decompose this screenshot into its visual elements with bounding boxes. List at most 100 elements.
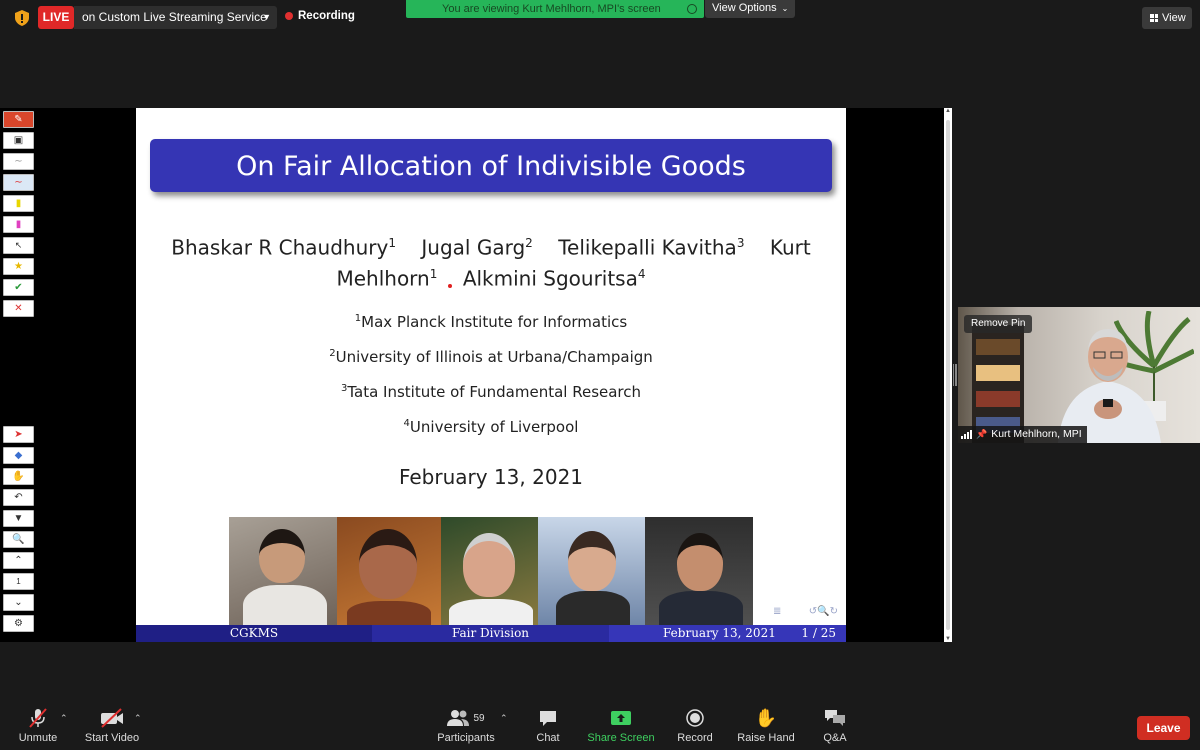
pen-thin-icon[interactable]: ∼ xyxy=(3,153,34,170)
viewing-banner-text: You are viewing Kurt Mehlhorn, MPI's scr… xyxy=(442,3,661,15)
affiliation-text: Tata Institute of Fundamental Research xyxy=(347,383,642,401)
author-photo xyxy=(337,517,441,625)
pen-tool-icon[interactable]: ✎ xyxy=(3,111,34,128)
unmute-button[interactable]: Unmute xyxy=(14,705,62,750)
footer-date: February 13, 2021 xyxy=(663,626,776,640)
record-label: Record xyxy=(677,732,713,744)
yellow-highlighter-icon[interactable]: ▮ xyxy=(3,195,34,212)
view-button[interactable]: View xyxy=(1142,7,1192,29)
zoom-icon[interactable]: 🔍 xyxy=(3,531,34,548)
audio-options-chevron-icon[interactable]: ⌃ xyxy=(60,713,68,724)
qa-button[interactable]: Q&A xyxy=(818,705,852,750)
affiliation-3: 3Tata Institute of Fundamental Research xyxy=(136,383,846,401)
affiliation-text: University of Liverpool xyxy=(409,418,579,436)
participant-name: Kurt Mehlhorn, MPI xyxy=(991,428,1082,440)
start-video-button[interactable]: Start Video xyxy=(84,705,140,750)
recording-indicator[interactable]: Recording xyxy=(285,10,355,22)
slide-authors: Bhaskar R Chaudhury1 Jugal Garg2 Telikep… xyxy=(166,230,816,291)
author-name-first: Kurt xyxy=(769,235,811,260)
status-ring-icon xyxy=(687,4,697,14)
author-name: Alkmini Sgouritsa xyxy=(462,266,638,291)
remove-pin-button[interactable]: Remove Pin xyxy=(964,315,1033,333)
video-participant xyxy=(1058,329,1161,443)
share-screen-button[interactable]: Share Screen xyxy=(586,705,656,750)
chat-label: Chat xyxy=(536,732,560,744)
laser-pointer-dot xyxy=(448,284,452,288)
grid-view-icon xyxy=(1150,14,1158,22)
recording-label: Recording xyxy=(298,10,355,22)
view-options-button[interactable]: View Options ⌄ xyxy=(705,0,795,18)
cross-icon[interactable]: ✕ xyxy=(3,300,34,317)
raise-hand-label: Raise Hand xyxy=(737,732,795,744)
beamer-nav-search-icon[interactable]: ↺🔍↻ xyxy=(809,606,838,617)
recording-dot-icon xyxy=(285,12,293,20)
unmute-label: Unmute xyxy=(18,732,58,744)
footer-short-title: Fair Division xyxy=(372,625,609,642)
shield-icon[interactable] xyxy=(15,10,29,26)
chat-bubble-icon xyxy=(540,711,556,726)
stream-target-label: on Custom Live Streaming Service xyxy=(82,10,267,24)
star-icon[interactable]: ★ xyxy=(3,258,34,275)
raised-hand-icon: ✋ xyxy=(754,707,778,728)
select-cursor-icon[interactable]: ➤ xyxy=(3,426,34,443)
author-photo xyxy=(538,517,645,625)
slide-footer: CGKMS Fair Division February 13, 2021 1 … xyxy=(136,625,846,642)
author-name: Jugal Garg xyxy=(421,235,526,260)
dropdown-icon[interactable]: ▼ xyxy=(3,510,34,527)
meeting-controls-bar: Unmute ⌃ Start Video ⌃ 59 Participants ⌃… xyxy=(0,705,1200,750)
eraser-icon[interactable]: ◆ xyxy=(3,447,34,464)
participant-name-tag: 📌 Kurt Mehlhorn, MPI xyxy=(958,426,1087,443)
settings-gear-icon[interactable]: ⚙ xyxy=(3,615,34,632)
page-down-icon[interactable]: ⌄ xyxy=(3,594,34,611)
panel-resize-handle[interactable] xyxy=(953,364,958,386)
participants-options-chevron-icon[interactable]: ⌃ xyxy=(500,713,508,724)
shared-screen: ✎ ▣ ∼ ∼ ▮ ▮ ↖ ★ ✔ ✕ ➤ ◆ ✋ ↶ ▼ 🔍 ⌃ 1 ⌄ ⚙ … xyxy=(0,108,952,642)
leave-button[interactable]: Leave xyxy=(1137,716,1190,740)
pinned-video-tile[interactable]: Remove Pin 📌 Kurt Mehlhorn, MPI xyxy=(958,307,1200,443)
record-button[interactable]: Record xyxy=(674,705,716,750)
slide-date: February 13, 2021 xyxy=(398,465,584,489)
author-affil-sup: 1 xyxy=(429,266,438,281)
footer-page: 1 / 25 xyxy=(801,626,836,640)
raise-hand-button[interactable]: ✋ Raise Hand xyxy=(736,705,796,750)
chat-button[interactable]: Chat xyxy=(530,705,566,750)
author-photos xyxy=(229,517,753,625)
check-icon[interactable]: ✔ xyxy=(3,279,34,296)
live-badge[interactable]: LIVE xyxy=(38,6,74,29)
page-number-field[interactable]: 1 xyxy=(3,573,34,590)
pink-highlighter-icon[interactable]: ▮ xyxy=(3,216,34,233)
participants-button[interactable]: 59 Participants xyxy=(434,705,498,750)
presentation-slide: On Fair Allocation of Indivisible Goods … xyxy=(136,108,846,642)
beamer-nav-icon[interactable]: ≣ xyxy=(773,606,781,617)
author-photo xyxy=(441,517,538,625)
view-label: View xyxy=(1162,12,1186,24)
pointer-icon[interactable]: ↖ xyxy=(3,237,34,254)
live-stream-dropdown[interactable]: on Custom Live Streaming Service ▼ xyxy=(74,6,277,29)
share-screen-label: Share Screen xyxy=(587,732,655,744)
record-icon xyxy=(686,709,704,727)
chevron-down-icon: ▼ xyxy=(262,12,271,22)
view-options-label: View Options xyxy=(712,2,777,14)
start-video-label: Start Video xyxy=(84,732,140,744)
author-affil-sup: 3 xyxy=(736,236,745,250)
affiliation-2: 2University of Illinois at Urbana/Champa… xyxy=(136,348,846,366)
qa-bubbles-icon xyxy=(825,710,845,726)
scroll-down-icon[interactable]: ▼ xyxy=(944,636,952,642)
hand-icon[interactable]: ✋ xyxy=(3,468,34,485)
slide-title: On Fair Allocation of Indivisible Goods xyxy=(150,139,832,192)
pen-highlight-icon[interactable]: ∼ xyxy=(3,174,34,191)
shared-screen-scrollbar[interactable]: ▲ ▼ xyxy=(944,108,952,642)
save-icon[interactable]: ▣ xyxy=(3,132,34,149)
page-up-icon[interactable]: ⌃ xyxy=(3,552,34,569)
author-photo xyxy=(229,517,337,625)
scrollbar-thumb[interactable] xyxy=(946,120,950,630)
pin-icon: 📌 xyxy=(976,429,988,439)
author-affil-sup: 4 xyxy=(637,266,646,281)
scroll-up-icon[interactable]: ▲ xyxy=(944,108,952,114)
affiliation-text: University of Illinois at Urbana/Champai… xyxy=(335,348,653,366)
annotation-toolbar-bottom: ➤ ◆ ✋ ↶ ▼ 🔍 ⌃ 1 ⌄ ⚙ xyxy=(3,426,36,636)
undo-icon[interactable]: ↶ xyxy=(3,489,34,506)
video-options-chevron-icon[interactable]: ⌃ xyxy=(134,713,142,724)
author-name: Telikepalli Kavitha xyxy=(558,235,737,260)
author-name-last: Mehlhorn xyxy=(336,266,430,291)
